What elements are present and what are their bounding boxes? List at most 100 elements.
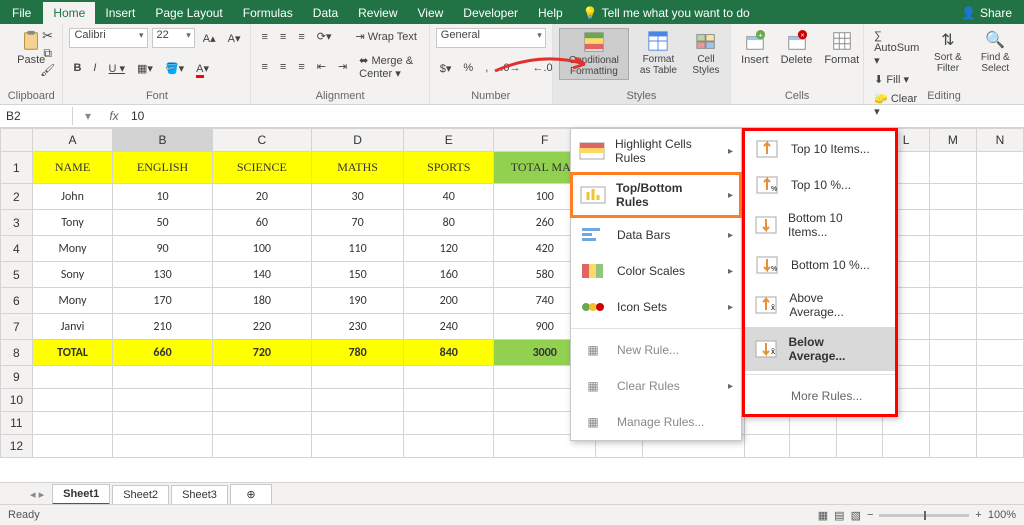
cell[interactable]: 210 <box>113 314 213 340</box>
font-color-button[interactable]: A▾ <box>192 60 213 77</box>
col-header-E[interactable]: E <box>404 129 494 152</box>
sheet-tab-1[interactable]: Sheet1 <box>52 484 110 505</box>
cell[interactable]: 30 <box>311 184 403 210</box>
wrap-text-button[interactable]: ⇥ Wrap Text <box>351 28 420 45</box>
cell[interactable]: 100 <box>212 236 311 262</box>
cell[interactable] <box>404 435 494 458</box>
cell[interactable]: Mony <box>32 288 113 314</box>
cell[interactable]: 20 <box>212 184 311 210</box>
percent-format-icon[interactable]: % <box>459 60 477 76</box>
menu-clear-rules[interactable]: ▦Clear Rules▸ <box>571 368 741 404</box>
accounting-format-icon[interactable]: $▾ <box>436 60 456 77</box>
cell[interactable] <box>929 366 976 389</box>
sheet-nav-icon[interactable]: ◂ ▸ <box>30 488 44 501</box>
bold-button[interactable]: B <box>69 60 85 76</box>
cell[interactable]: 90 <box>113 236 213 262</box>
cell[interactable] <box>212 435 311 458</box>
orientation-icon[interactable]: ⟳▾ <box>313 28 336 45</box>
cell[interactable]: 190 <box>311 288 403 314</box>
format-cells-button[interactable]: Format <box>820 28 863 68</box>
zoom-level[interactable]: 100% <box>988 509 1016 521</box>
cell[interactable]: 70 <box>311 210 403 236</box>
conditional-formatting-button[interactable]: Conditional Formatting <box>559 28 629 80</box>
col-header-C[interactable]: C <box>212 129 311 152</box>
header-cell[interactable]: ENGLISH <box>113 152 213 184</box>
cell[interactable]: 50 <box>113 210 213 236</box>
increase-font-icon[interactable]: A▴ <box>199 30 220 47</box>
tab-page-layout[interactable]: Page Layout <box>145 2 232 24</box>
cell[interactable] <box>113 412 213 435</box>
cell[interactable] <box>976 340 1023 366</box>
total-cell[interactable]: 720 <box>212 340 311 366</box>
cell[interactable]: Sony <box>32 262 113 288</box>
tab-insert[interactable]: Insert <box>95 2 145 24</box>
fill-color-button[interactable]: 🪣▾ <box>161 60 188 77</box>
cell[interactable]: Janvi <box>32 314 113 340</box>
cell[interactable] <box>976 236 1023 262</box>
header-cell[interactable]: SPORTS <box>404 152 494 184</box>
align-center-icon[interactable]: ≡ <box>276 59 290 75</box>
submenu-below-average[interactable]: x̄Below Average... <box>745 327 895 371</box>
cell[interactable] <box>311 389 403 412</box>
cell[interactable]: 80 <box>404 210 494 236</box>
row-header[interactable]: 2 <box>1 184 33 210</box>
sheet-tab-2[interactable]: Sheet2 <box>112 485 169 504</box>
submenu-more-rules[interactable]: More Rules... <box>745 378 895 414</box>
cell[interactable]: Mony <box>32 236 113 262</box>
cell[interactable] <box>113 366 213 389</box>
cell[interactable]: 170 <box>113 288 213 314</box>
align-left-icon[interactable]: ≡ <box>257 59 271 75</box>
autosum-button[interactable]: ∑ AutoSum ▾ <box>870 28 923 69</box>
number-format-select[interactable]: General <box>436 28 546 48</box>
share-button[interactable]: 👤 Share <box>949 2 1024 24</box>
cell[interactable] <box>212 389 311 412</box>
cell[interactable] <box>929 412 976 435</box>
cell[interactable] <box>929 340 976 366</box>
delete-cells-button[interactable]: ×Delete <box>777 28 817 68</box>
comma-format-icon[interactable]: , <box>481 60 492 76</box>
cell[interactable] <box>404 412 494 435</box>
col-header-A[interactable]: A <box>32 129 113 152</box>
cell[interactable] <box>929 288 976 314</box>
col-header-N[interactable]: N <box>976 129 1023 152</box>
cell[interactable] <box>929 435 976 458</box>
cell[interactable] <box>929 236 976 262</box>
menu-new-rule[interactable]: ▦New Rule... <box>571 332 741 368</box>
col-header-D[interactable]: D <box>311 129 403 152</box>
align-middle-icon[interactable]: ≡ <box>276 29 290 45</box>
fx-icon[interactable]: fx <box>103 109 125 123</box>
tab-home[interactable]: Home <box>43 2 95 24</box>
cell-styles-button[interactable]: Cell Styles <box>688 28 724 78</box>
row-header[interactable]: 10 <box>1 389 33 412</box>
cell[interactable]: 40 <box>404 184 494 210</box>
cell[interactable]: 110 <box>311 236 403 262</box>
zoom-out-icon[interactable]: − <box>867 509 873 521</box>
cell[interactable] <box>929 152 976 184</box>
name-box[interactable]: B2 <box>0 107 73 125</box>
cell[interactable]: 200 <box>404 288 494 314</box>
cell[interactable]: 150 <box>311 262 403 288</box>
view-normal-icon[interactable]: ▦ <box>818 509 828 522</box>
menu-top-bottom-rules[interactable]: Top/Bottom Rules▸ <box>571 173 741 217</box>
border-button[interactable]: ▦▾ <box>133 60 157 77</box>
cell[interactable] <box>32 412 113 435</box>
cell[interactable] <box>883 435 929 458</box>
row-header[interactable]: 9 <box>1 366 33 389</box>
row-header[interactable]: 11 <box>1 412 33 435</box>
cell[interactable] <box>836 435 883 458</box>
total-cell[interactable]: 780 <box>311 340 403 366</box>
align-bottom-icon[interactable]: ≡ <box>294 29 308 45</box>
italic-button[interactable]: I <box>89 60 100 76</box>
col-header-M[interactable]: M <box>929 129 976 152</box>
cell[interactable] <box>113 389 213 412</box>
cell[interactable] <box>32 389 113 412</box>
decrease-indent-icon[interactable]: ⇤ <box>313 58 330 75</box>
cell[interactable]: 230 <box>311 314 403 340</box>
merge-center-button[interactable]: ⬌ Merge & Center ▾ <box>355 52 423 82</box>
submenu-top-10-items[interactable]: Top 10 Items... <box>745 131 895 167</box>
font-name-select[interactable]: Calibri <box>69 28 147 48</box>
cell[interactable]: 120 <box>404 236 494 262</box>
fill-button[interactable]: ⬇ Fill ▾ <box>870 71 923 88</box>
row-header[interactable]: 4 <box>1 236 33 262</box>
cell[interactable] <box>929 262 976 288</box>
